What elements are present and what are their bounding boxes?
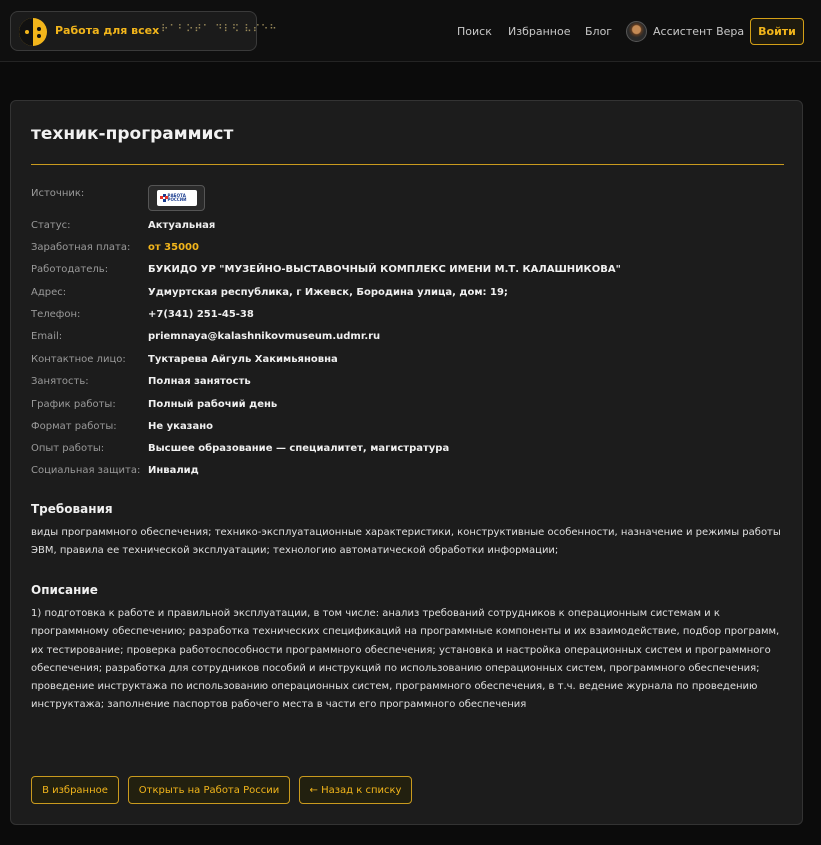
nav-favorites-link[interactable]: Избранное — [508, 25, 570, 38]
open-on-rabota-rossii-button[interactable]: Открыть на Работа России — [128, 776, 290, 804]
logo-title: Работа для всех — [55, 24, 160, 37]
rabota-rossii-logo: РАБОТА РОССИИ — [156, 190, 197, 206]
assistant-label: Ассистент Вера — [653, 24, 745, 38]
employment-value: Полная занятость — [148, 376, 251, 387]
nav-search-link[interactable]: Поиск — [457, 25, 492, 38]
description-heading: Описание — [31, 583, 98, 597]
email-label: Email: — [31, 331, 63, 342]
description-text: 1) подготовка к работе и правильной эксп… — [31, 608, 780, 711]
address-value: Удмуртская республика, г Ижевск, Бородин… — [148, 287, 508, 298]
salary-label: Заработная плата: — [31, 242, 131, 253]
logo-icon — [19, 18, 47, 46]
back-to-list-button[interactable]: ← Назад к списку — [299, 776, 412, 804]
experience-value: Высшее образование — специалитет, магист… — [148, 443, 450, 454]
address-label: Адрес: — [31, 287, 67, 298]
employer-value: БУКИДО УР "МУЗЕЙНО-ВЫСТАВОЧНЫЙ КОМПЛЕКС … — [148, 264, 621, 275]
site-header: Работа для всех ⠗⠁⠃⠕⠞⠁ ⠙⠇⠫ ⠧⠎⠑⠓ Поиск Из… — [0, 0, 821, 62]
source-label: Источник: — [31, 188, 85, 199]
nav-blog-link[interactable]: Блог — [585, 25, 612, 38]
phone-value: +7(341) 251-45-38 — [148, 309, 254, 320]
login-button[interactable]: Войти — [750, 18, 804, 45]
phone-label: Телефон: — [31, 309, 81, 320]
schedule-value: Полный рабочий день — [148, 399, 278, 410]
source-logo-text: РАБОТА РОССИИ — [167, 193, 187, 202]
salary-value: от 35000 — [148, 242, 199, 253]
format-label: Формат работы: — [31, 421, 117, 432]
contact-label: Контактное лицо: — [31, 354, 126, 365]
experience-label: Опыт работы: — [31, 443, 105, 454]
status-value: Актуальная — [148, 220, 216, 231]
logo-braille-text: ⠗⠁⠃⠕⠞⠁ ⠙⠇⠫ ⠧⠎⠑⠓ — [161, 24, 278, 35]
rabota-rossii-mark-icon — [159, 194, 168, 202]
assistant-avatar — [626, 20, 647, 42]
email-value: priemnaya@kalashnikovmuseum.udmr.ru — [148, 331, 381, 342]
social-value: Инвалид — [148, 465, 199, 476]
social-label: Социальная защита: — [31, 465, 141, 476]
format-value: Не указано — [148, 421, 214, 432]
employer-label: Работодатель: — [31, 264, 109, 275]
contact-value: Туктарева Айгуль Хакимьяновна — [148, 354, 338, 365]
requirements-heading: Требования — [31, 502, 113, 516]
job-title: техник-программист — [31, 124, 234, 144]
status-label: Статус: — [31, 220, 71, 231]
title-divider — [31, 164, 784, 165]
employment-label: Занятость: — [31, 376, 89, 387]
requirements-text: виды программного обеспечения; технико-э… — [31, 527, 781, 557]
assistant-link[interactable]: Ассистент Вера — [626, 20, 744, 42]
job-card: техник-программист Источник: РАБОТА РОСС… — [10, 100, 803, 825]
site-logo[interactable]: Работа для всех ⠗⠁⠃⠕⠞⠁ ⠙⠇⠫ ⠧⠎⠑⠓ — [10, 11, 277, 51]
source-badge[interactable]: РАБОТА РОССИИ — [148, 185, 205, 211]
schedule-label: График работы: — [31, 399, 116, 410]
add-to-favorites-button[interactable]: В избранное — [31, 776, 119, 804]
